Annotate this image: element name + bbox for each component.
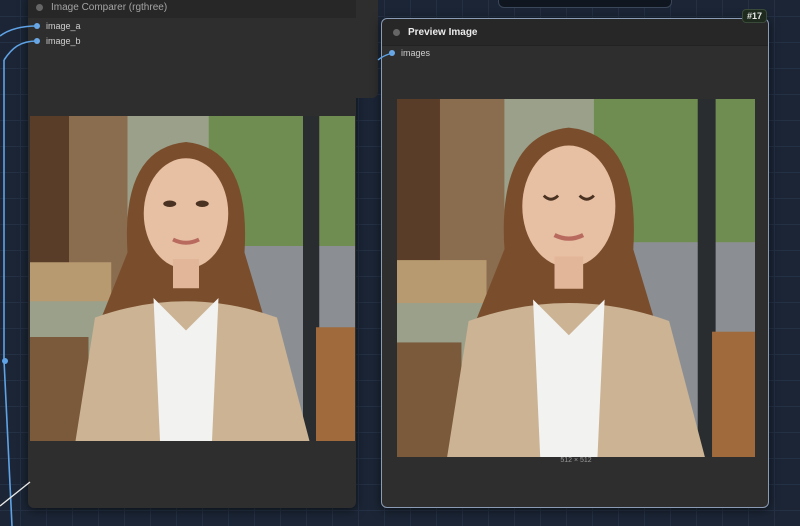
photo-woman-open-eyes — [30, 116, 355, 441]
input-slot-icon[interactable] — [389, 50, 395, 56]
node-header[interactable]: Image Comparer (rgthree) — [28, 0, 356, 18]
photo-woman-closed-eyes — [397, 99, 755, 457]
node-header[interactable]: Preview Image — [382, 19, 768, 46]
compare-image[interactable] — [30, 116, 355, 441]
input-slot-image-b[interactable]: image_b — [34, 36, 81, 46]
slot-label: image_b — [46, 36, 81, 46]
preview-image[interactable] — [397, 99, 755, 457]
slot-label: image_a — [46, 21, 81, 31]
node-title: Image Comparer (rgthree) — [51, 1, 168, 13]
input-slot-icon[interactable] — [34, 38, 40, 44]
node-extension — [356, 0, 378, 98]
input-slot-image-a[interactable]: image_a — [34, 21, 81, 31]
image-dimensions: 512 × 512 — [560, 457, 592, 464]
input-slot-images[interactable]: images — [389, 48, 430, 58]
input-slot-icon[interactable] — [34, 23, 40, 29]
top-toolbar-pill[interactable] — [498, 0, 672, 8]
collapse-dot-icon[interactable] — [36, 3, 43, 11]
node-id-badge: #17 — [742, 9, 768, 23]
collapse-dot-icon[interactable] — [393, 28, 400, 36]
node-title: Preview Image — [408, 26, 478, 38]
slot-label: images — [401, 48, 431, 58]
